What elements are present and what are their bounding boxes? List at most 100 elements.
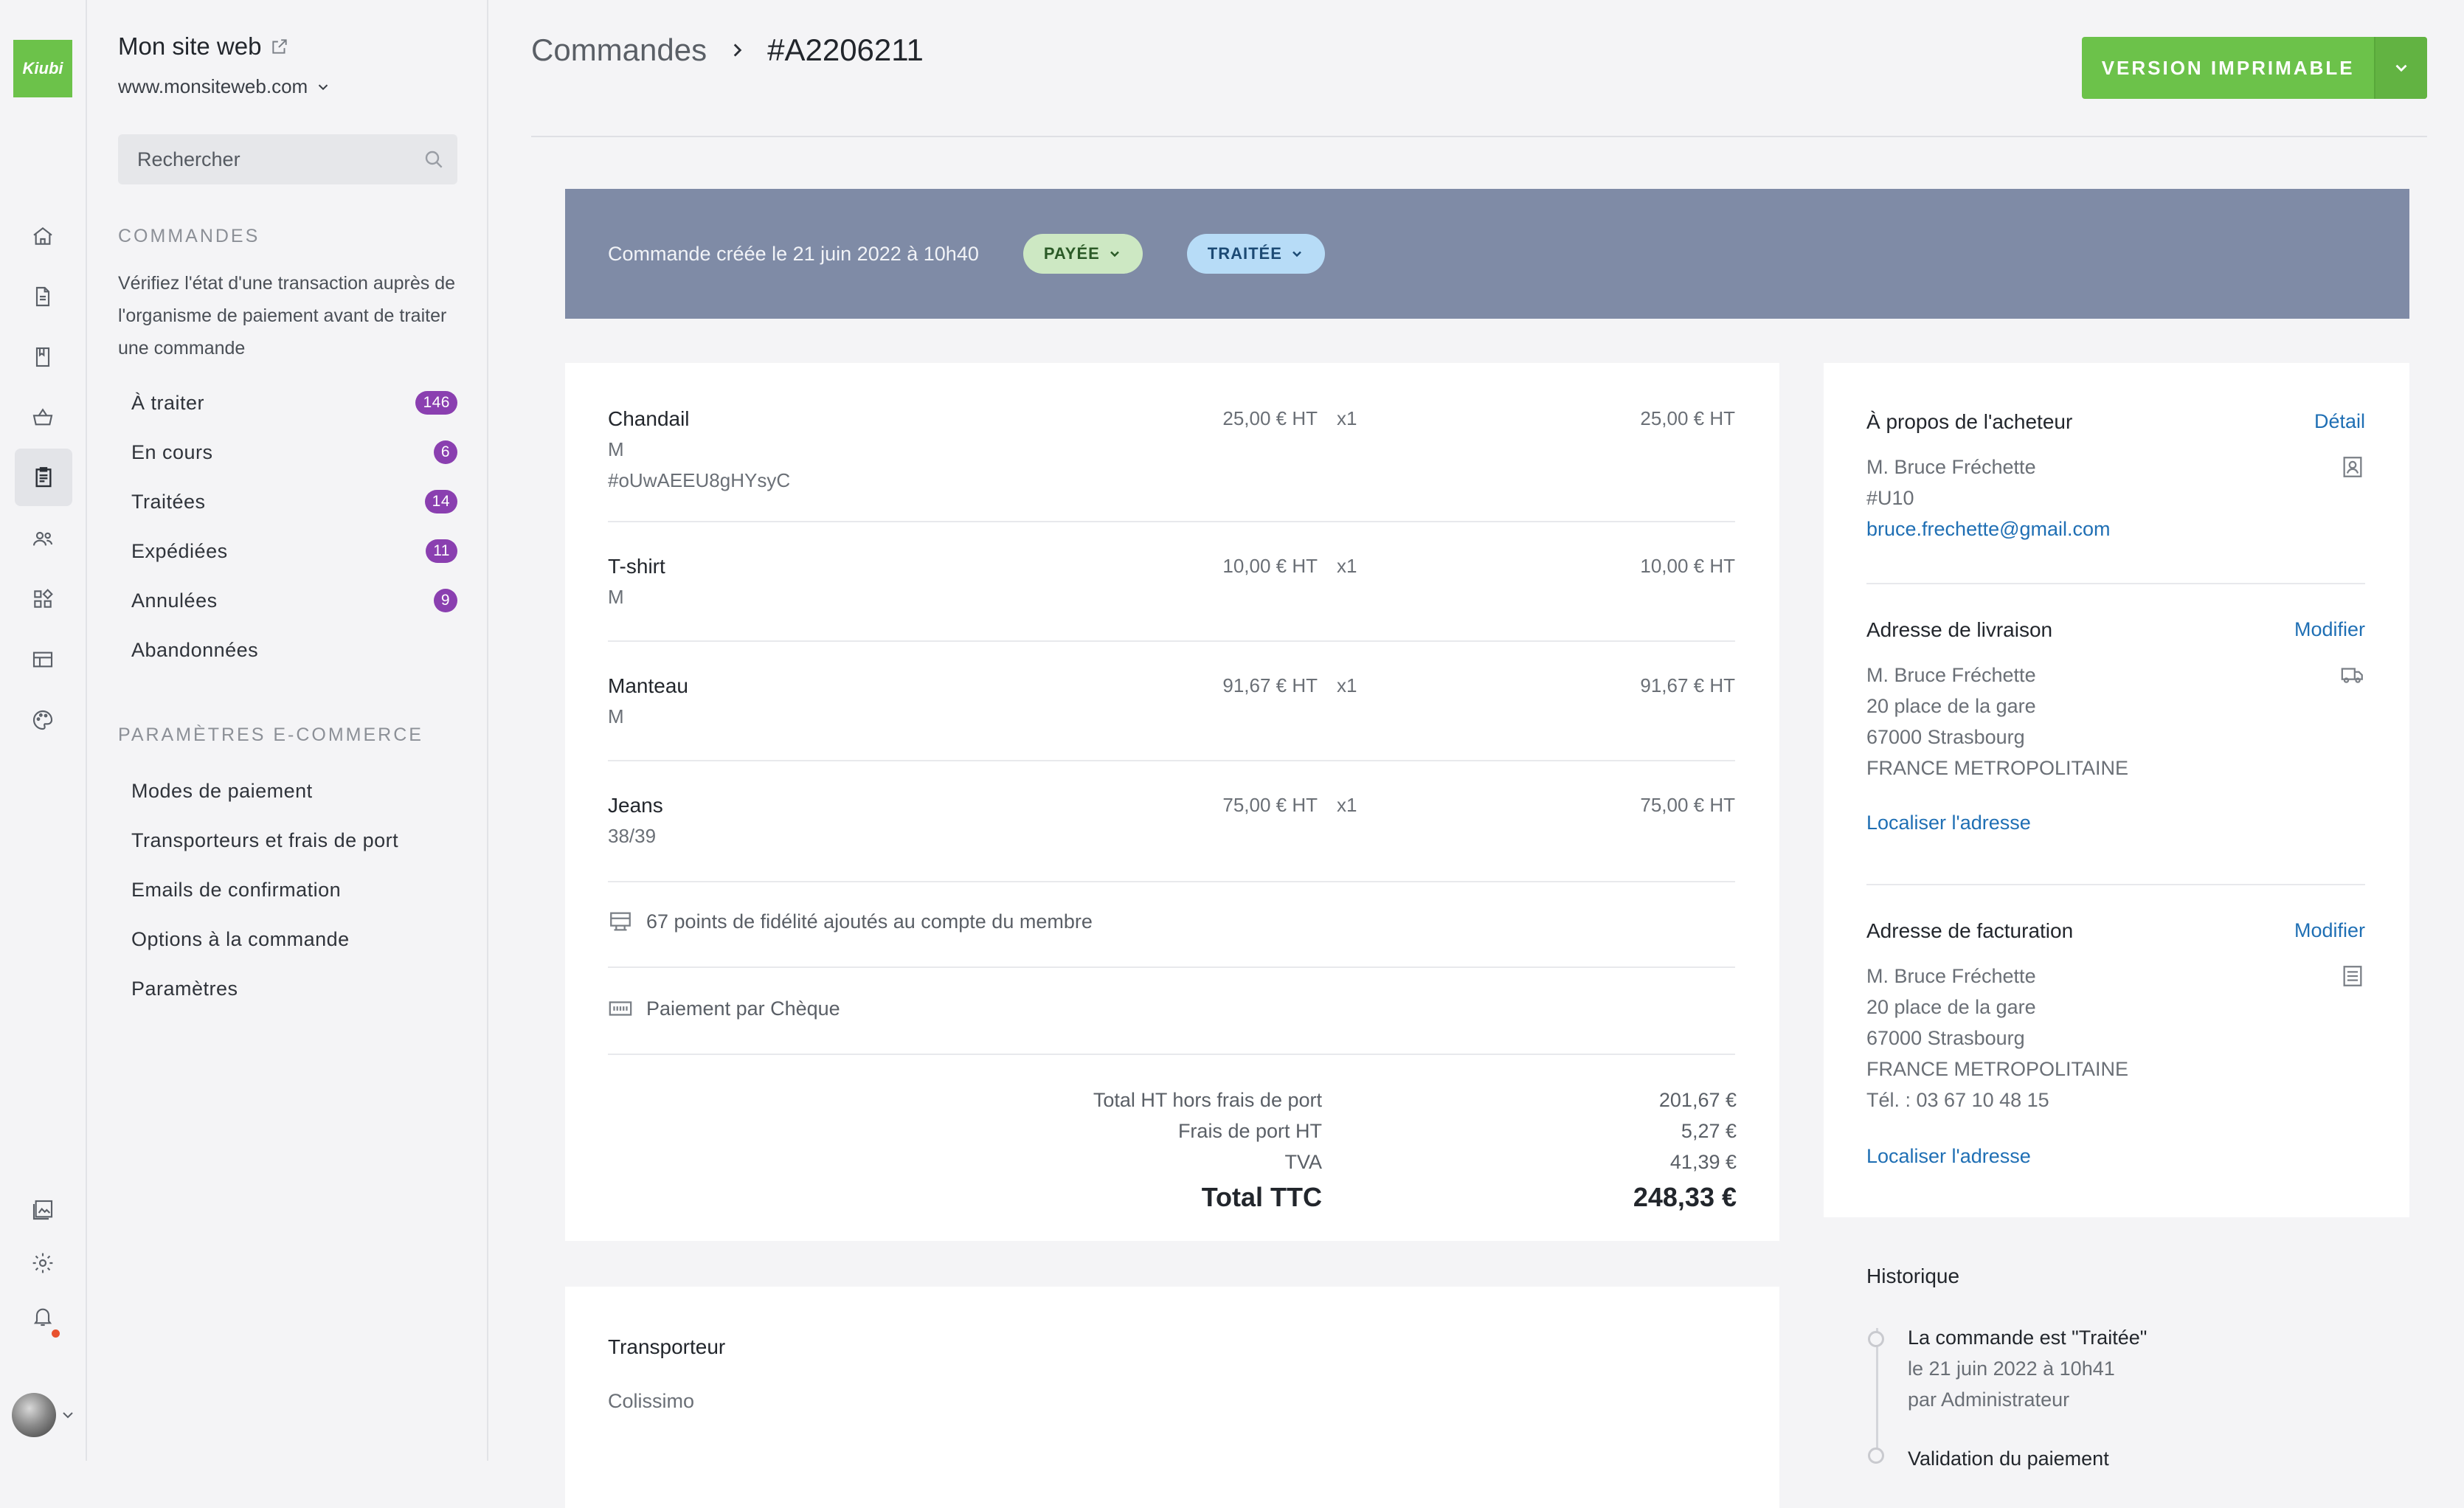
item-total: 91,67 € HT [1640,674,1735,696]
notification-dot [52,1329,60,1338]
print-version-label[interactable]: VERSION IMPRIMABLE [2082,37,2374,99]
payment-method-line: Paiement par Chèque [608,996,840,1021]
history-timeline-dot [1868,1448,1884,1464]
icon-rail: Kiubi [0,0,87,1461]
avatar[interactable] [12,1393,56,1437]
chevron-down-icon [1292,251,1301,257]
row-divider [608,760,1735,761]
order-status-dropdown[interactable]: TRAITÉE [1186,234,1325,274]
search-input[interactable] [136,147,404,172]
order-items-card: Chandail M #oUwAEEU8gHYsyC 25,00 € HT x1… [565,363,1779,1241]
bell-icon[interactable] [25,1298,60,1334]
sidebar-item-parametres[interactable]: Paramètres [131,968,457,1009]
chevron-down-icon [318,84,328,90]
sidebar-item-traitees[interactable]: Traitées 14 [131,481,457,522]
count-badge: 6 [433,440,457,464]
sidebar-item-label: Modes de paiement [131,779,313,802]
buyer-detail-link[interactable]: Détail [2314,410,2365,433]
shipping-fee-label: Frais de port HT [1177,1120,1322,1142]
section-divider [1866,884,2365,885]
print-version-button[interactable]: VERSION IMPRIMABLE [2082,37,2427,99]
loyalty-points-text: 67 points de fidélité ajoutés au compte … [646,910,1093,933]
cheque-icon [609,1001,632,1016]
site-name[interactable]: Mon site web [118,32,289,60]
gear-icon[interactable] [25,1245,60,1281]
orders-note: Vérifiez l'état d'une transaction auprès… [118,273,456,359]
layout-icon[interactable] [25,642,60,677]
edit-shipping-address-link[interactable]: Modifier [2294,618,2365,641]
chevron-down-icon [2395,64,2407,72]
billing-name: M. Bruce Fréchette [1866,965,2036,987]
document-icon[interactable] [25,279,60,314]
row-divider [608,1054,1735,1055]
subtotal-label: Total HT hors frais de port [1093,1089,1322,1111]
chevron-down-icon[interactable] [59,1406,77,1424]
search-icon[interactable] [422,148,446,171]
sidebar-item-en-cours[interactable]: En cours 6 [131,432,457,473]
chevron-right-icon [733,44,742,57]
kiubi-logo[interactable]: Kiubi [13,40,72,97]
sidebar-item-options[interactable]: Options à la commande [131,919,457,960]
shipping-address-title: Adresse de livraison [1866,618,2053,641]
buyer-name: M. Bruce Fréchette [1866,456,2036,478]
widgets-icon[interactable] [25,581,60,617]
loyalty-card-icon [610,912,631,931]
sidebar-item-a-traiter[interactable]: À traiter 146 [131,382,457,423]
book-icon[interactable] [25,339,60,375]
item-unit-price: 91,67 € HT [1222,674,1318,696]
section-divider [1866,583,2365,584]
row-divider [608,881,1735,882]
search-box [118,134,457,184]
item-variant: M [608,705,624,727]
home-icon[interactable] [25,218,60,254]
subtotal-value: 201,67 € [1658,1089,1737,1111]
row-divider [608,966,1735,968]
locate-billing-address-link[interactable]: Localiser l'adresse [1866,1145,2031,1168]
item-name: Manteau [608,674,688,697]
item-total: 10,00 € HT [1640,555,1735,577]
sidebar-item-emails[interactable]: Emails de confirmation [131,869,457,910]
print-options-toggle[interactable] [2374,37,2427,99]
basket-icon[interactable] [25,400,60,435]
shipping-country: FRANCE METROPOLITAINE [1866,757,2129,779]
sidebar-item-transporteurs[interactable]: Transporteurs et frais de port [131,820,457,861]
sidebar-item-expediees[interactable]: Expédiées 11 [131,530,457,572]
item-variant: M [608,438,624,460]
shipping-city: 67000 Strasbourg [1866,726,2025,748]
item-quantity: x1 [1337,555,1357,577]
chevron-down-icon [1110,251,1119,257]
ecommerce-heading: PARAMÈTRES E-COMMERCE [118,724,423,745]
carrier-name: Colissimo [608,1390,695,1412]
users-icon[interactable] [25,521,60,556]
breadcrumb-root[interactable]: Commandes [531,32,707,68]
payment-status-dropdown[interactable]: PAYÉE [1022,234,1143,274]
sidebar-item-label: Traitées [131,490,206,513]
buyer-title: À propos de l'acheteur [1866,410,2073,433]
media-icon[interactable] [25,1192,60,1228]
sidebar: Mon site web www.monsiteweb.com COMMANDE… [87,0,488,1461]
sidebar-item-label: Options à la commande [131,927,350,950]
sidebar-item-abandonnees[interactable]: Abandonnées [131,629,457,671]
palette-icon[interactable] [25,702,60,738]
orders-icon[interactable] [15,449,72,506]
item-quantity: x1 [1337,794,1357,816]
external-link-icon[interactable] [270,37,289,56]
history-event-date: le 21 juin 2022 à 10h41 [1908,1357,2115,1380]
carrier-card: Transporteur Colissimo [565,1287,1779,1508]
item-total: 25,00 € HT [1640,407,1735,429]
site-url-selector[interactable]: www.monsiteweb.com [118,75,331,98]
item-unit-price: 75,00 € HT [1222,794,1318,816]
sidebar-item-label: À traiter [131,391,205,414]
history-event-author: par Administrateur [1908,1388,2070,1411]
item-reference: #oUwAEEU8gHYsyC [608,469,791,491]
sidebar-item-modes-paiement[interactable]: Modes de paiement [131,770,457,812]
billing-city: 67000 Strasbourg [1866,1027,2025,1049]
shipping-street: 20 place de la gare [1866,695,2036,717]
invoice-icon [2343,966,2362,986]
sidebar-item-label: Paramètres [131,977,238,1000]
locate-shipping-address-link[interactable]: Localiser l'adresse [1866,812,2031,834]
edit-billing-address-link[interactable]: Modifier [2294,919,2365,942]
sidebar-item-annulees[interactable]: Annulées 9 [131,580,457,621]
count-badge: 11 [426,539,457,563]
buyer-email-link[interactable]: bruce.frechette@gmail.com [1866,518,2111,541]
